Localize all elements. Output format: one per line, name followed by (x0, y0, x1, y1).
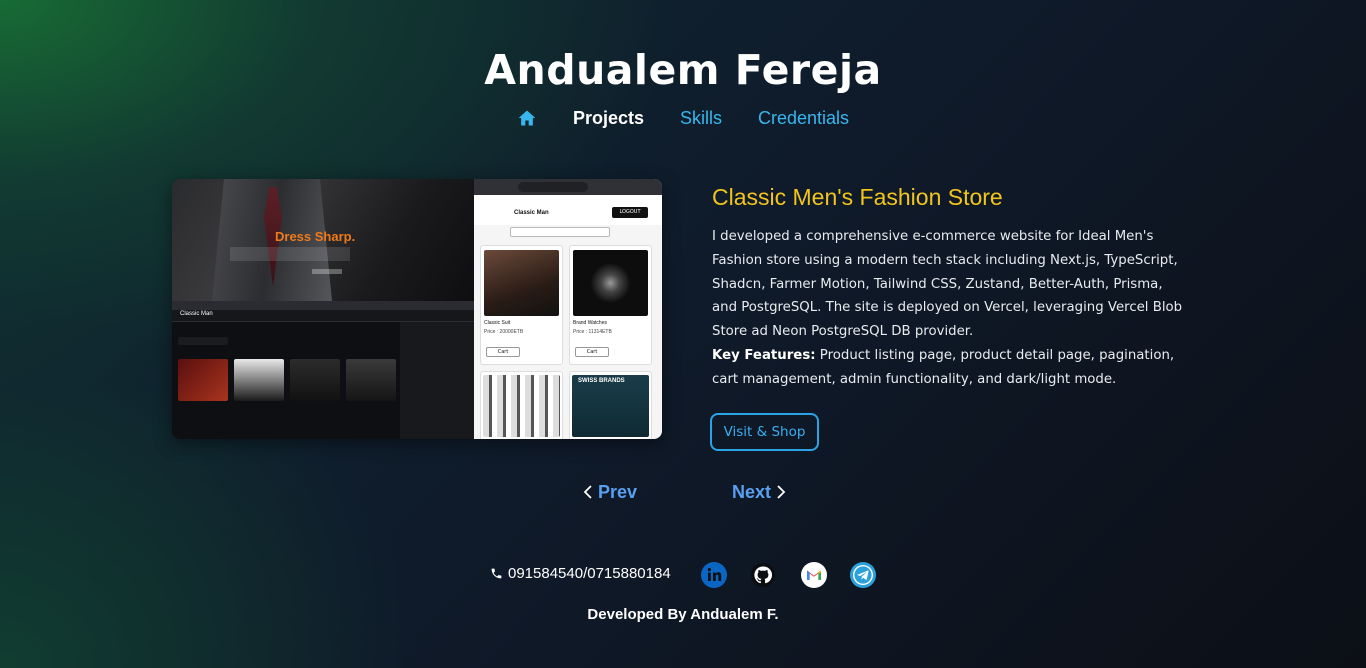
project-screenshot: Dress Sharp. Classic Man Classic Man LOG… (172, 179, 662, 439)
home-icon[interactable] (517, 108, 537, 128)
main-nav: Projects Skills Credentials (0, 104, 1366, 132)
linkedin-icon[interactable] (701, 562, 727, 588)
prev-button[interactable]: Prev (582, 480, 637, 504)
phone-contact: 091584540/0715880184 (490, 565, 671, 582)
github-icon[interactable] (750, 562, 776, 588)
next-button[interactable]: Next (732, 480, 787, 504)
phone-icon (491, 568, 502, 579)
footer-credit: Developed By Andualem F. (587, 606, 779, 623)
chevron-right-icon (777, 485, 786, 499)
hero-text: Dress Sharp. (275, 229, 356, 244)
project-description: I developed a comprehensive e-commerce w… (712, 229, 1183, 387)
contact-bar: 091584540/0715880184 (0, 562, 1366, 588)
site-title: Andualem Fereja (484, 46, 882, 94)
product-grid-preview: Classic Man (172, 301, 474, 439)
gmail-icon[interactable] (801, 562, 827, 588)
nav-credentials[interactable]: Credentials (758, 108, 849, 129)
nav-skills[interactable]: Skills (680, 108, 722, 129)
preview-brand: Classic Man (180, 311, 213, 317)
nav-projects[interactable]: Projects (573, 108, 644, 129)
visit-shop-button[interactable]: Visit & Shop (710, 413, 819, 451)
project-title: Classic Men's Fashion Store (712, 184, 1003, 210)
telegram-icon[interactable] (850, 562, 876, 588)
mobile-preview: Classic Man LOGOUT Classic Suit Price : … (474, 179, 662, 439)
chevron-left-icon (583, 485, 592, 499)
key-features-label: Key Features: (712, 347, 816, 363)
